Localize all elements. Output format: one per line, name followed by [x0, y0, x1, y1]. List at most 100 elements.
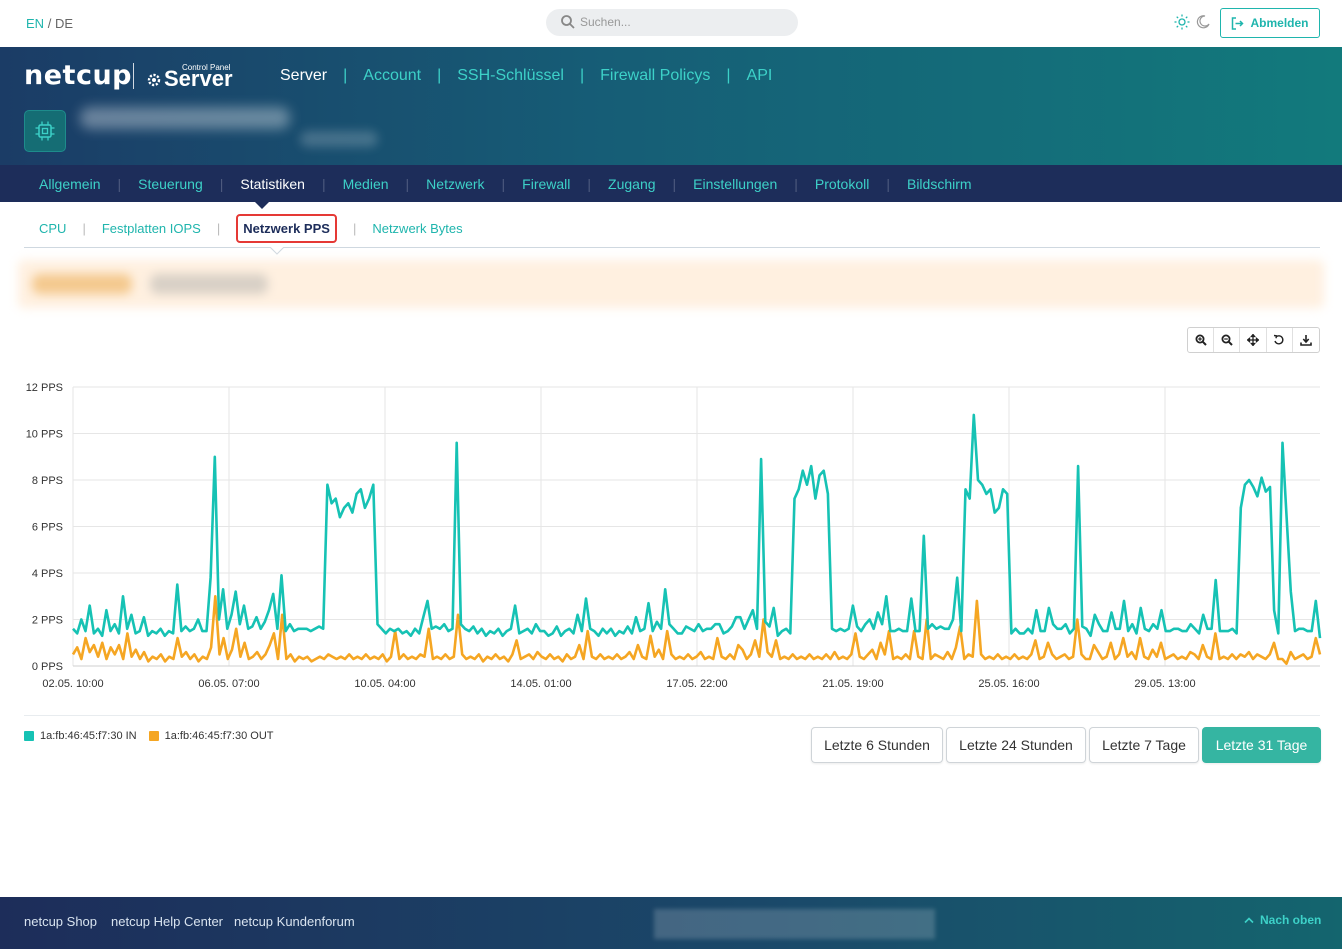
tab-separator: | — [886, 175, 890, 192]
server-caption: Server — [164, 66, 233, 91]
logout-label: Abmelden — [1250, 16, 1309, 30]
logout-button[interactable]: Abmelden — [1220, 8, 1320, 38]
interface-selector-redacted — [18, 260, 1324, 308]
y-tick-label: 6 PPS — [32, 522, 63, 534]
cpu-icon — [35, 121, 55, 141]
tab-separator: | — [321, 175, 326, 192]
server-name-redacted — [80, 107, 290, 129]
subtab-separator: | — [352, 221, 357, 236]
subtab-separator: | — [82, 221, 86, 236]
theme-toggle[interactable] — [1174, 14, 1214, 32]
server-ip-redacted — [300, 131, 378, 147]
netcup-logo[interactable]: netcup — [24, 60, 132, 91]
subtab-network-bytes[interactable]: Netzwerk Bytes — [372, 221, 462, 236]
reset-zoom-button[interactable] — [1267, 328, 1293, 352]
tab-separator: | — [672, 175, 677, 192]
legend-divider — [24, 715, 1320, 716]
tab-separator: | — [219, 175, 224, 192]
lang-de[interactable]: DE — [55, 16, 73, 31]
tab-separator: | — [117, 175, 122, 192]
nav-separator: | — [726, 67, 731, 84]
zoom-out-button[interactable] — [1214, 328, 1241, 352]
subtab-cpu[interactable]: CPU — [39, 221, 66, 236]
main-nav-firewall-policies[interactable]: Firewall Policys — [600, 67, 710, 85]
x-tick-label: 29.05. 13:00 — [1134, 678, 1195, 690]
tab-protokoll[interactable]: Protokoll — [815, 176, 869, 192]
moon-icon[interactable] — [1196, 15, 1210, 29]
x-tick-label: 17.05. 22:00 — [666, 678, 727, 690]
tab-netzwerk[interactable]: Netzwerk — [426, 176, 484, 192]
gear-icon — [147, 73, 161, 87]
main-nav-api[interactable]: API — [747, 67, 773, 85]
legend-swatch-in — [24, 731, 34, 741]
zoom-in-button[interactable] — [1188, 328, 1215, 352]
header-banner: netcup Control Panel Server Server | Acc… — [0, 47, 1342, 165]
range-24h-button[interactable]: Letzte 24 Stunden — [946, 727, 1086, 763]
back-to-top-link[interactable]: Nach oben — [1244, 913, 1321, 927]
network-pps-chart[interactable]: 12 PPS 10 PPS 8 PPS 6 PPS 4 PPS 2 PPS 0 PPS 02.… — [0, 370, 1342, 700]
subtab-separator: | — [216, 221, 221, 236]
search-input[interactable]: Suchen... — [546, 9, 798, 36]
y-tick-label: 0 PPS — [32, 661, 63, 673]
tab-statistiken[interactable]: Statistiken — [240, 176, 305, 192]
tab-steuerung[interactable]: Steuerung — [138, 176, 203, 192]
footer-redacted — [654, 909, 935, 939]
legend-swatch-out — [148, 731, 159, 741]
subtabs-divider — [24, 247, 1320, 248]
footer-link-shop[interactable]: netcup Shop — [24, 914, 97, 929]
main-nav-server[interactable]: Server — [280, 67, 327, 85]
footer-link-forum[interactable]: netcup Kundenforum — [234, 914, 355, 929]
tab-medien[interactable]: Medien — [343, 176, 389, 192]
download-icon — [1300, 335, 1312, 346]
footer: netcup Shop netcup Help Center netcup Ku… — [0, 897, 1342, 949]
nav-separator: | — [579, 67, 585, 84]
footer-link-help-center[interactable]: netcup Help Center — [111, 914, 223, 929]
range-6h-button[interactable]: Letzte 6 Stunden — [811, 727, 943, 763]
server-chip-icon — [24, 110, 66, 152]
tab-separator: | — [501, 175, 506, 192]
x-tick-label: 14.05. 01:00 — [510, 678, 571, 690]
back-to-top-label: Nach oben — [1260, 913, 1322, 927]
range-7d-button[interactable]: Letzte 7 Tage — [1089, 727, 1199, 763]
main-nav-account[interactable]: Account — [363, 67, 421, 85]
logout-icon — [1232, 16, 1245, 30]
lang-en[interactable]: EN — [26, 16, 44, 31]
lang-separator: / — [47, 16, 52, 31]
sun-icon[interactable] — [1174, 14, 1190, 30]
legend-item-out[interactable]: 1a:fb:46:45:f7:30 OUT — [148, 730, 274, 742]
tab-zugang[interactable]: Zugang — [608, 176, 655, 192]
pan-button[interactable] — [1240, 328, 1267, 352]
y-tick-label: 10 PPS — [26, 429, 63, 441]
tab-separator: | — [405, 175, 410, 192]
tab-einstellungen[interactable]: Einstellungen — [693, 176, 777, 192]
download-button[interactable] — [1293, 328, 1319, 352]
tab-bildschirm[interactable]: Bildschirm — [907, 176, 972, 192]
x-tick-label: 21.05. 19:00 — [822, 678, 883, 690]
x-tick-label: 02.05. 10:00 — [42, 678, 103, 690]
nav-separator: | — [343, 67, 348, 84]
subtab-network-pps[interactable]: Netzwerk PPS — [236, 214, 337, 243]
legend-item-in[interactable]: 1a:fb:46:45:f7:30 IN — [24, 730, 137, 742]
logo-divider — [133, 63, 134, 89]
search-placeholder: Suchen... — [580, 15, 631, 29]
y-tick-label: 12 PPS — [26, 382, 63, 394]
nav-separator: | — [437, 67, 442, 84]
tab-separator: | — [794, 175, 798, 192]
search-icon — [561, 15, 575, 29]
redacted-chip — [32, 274, 132, 294]
time-range-selector: Letzte 6 Stunden Letzte 24 Stunden Letzt… — [811, 727, 1321, 763]
tab-firewall[interactable]: Firewall — [522, 176, 570, 192]
main-nav-ssh-keys[interactable]: SSH-Schlüssel — [457, 67, 564, 85]
chevron-up-icon — [1244, 917, 1254, 924]
tab-allgemein[interactable]: Allgemein — [39, 176, 100, 192]
legend-label-out: 1a:fb:46:45:f7:30 OUT — [164, 730, 274, 742]
y-tick-label: 8 PPS — [32, 475, 63, 487]
y-tick-label: 2 PPS — [32, 615, 63, 627]
language-switcher: EN / DE — [26, 16, 73, 31]
subtab-disk-iops[interactable]: Festplatten IOPS — [102, 221, 201, 236]
tab-separator: | — [587, 175, 592, 192]
y-tick-label: 4 PPS — [32, 568, 63, 580]
legend-label-in: 1a:fb:46:45:f7:30 IN — [40, 730, 137, 742]
chart-toolbar — [1187, 327, 1320, 353]
range-31d-button[interactable]: Letzte 31 Tage — [1202, 727, 1321, 763]
